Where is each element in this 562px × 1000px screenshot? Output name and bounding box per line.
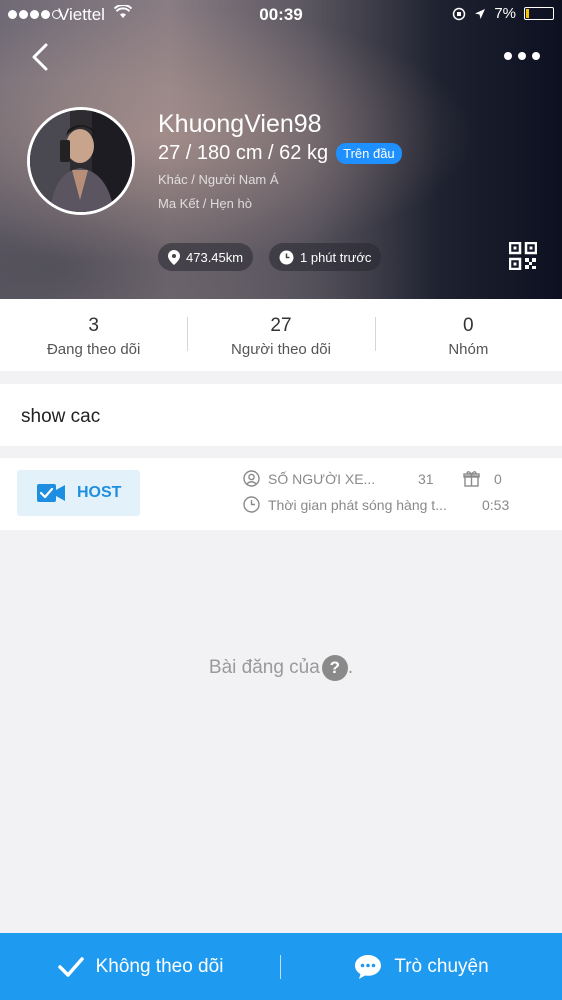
last-active-pill: 1 phút trước bbox=[269, 243, 382, 271]
avatar[interactable] bbox=[27, 107, 135, 215]
live-section: HOST SỐ NGƯỜI XE... 31 0 Thời gian phát … bbox=[0, 458, 562, 530]
profile-tags-secondary: Ma Kết / Hẹn hò bbox=[158, 196, 252, 211]
followers-label: Người theo dõi bbox=[231, 341, 331, 358]
last-active-value: 1 phút trước bbox=[300, 249, 372, 265]
location-pin-icon bbox=[168, 249, 180, 265]
followers-stat[interactable]: 27 Người theo dõi bbox=[187, 299, 374, 371]
profile-header: Viettel 00:39 7% KhuongVien98 27 / 180 c… bbox=[0, 0, 562, 299]
dot-icon bbox=[504, 52, 512, 60]
body-stats: 27 / 180 cm / 62 kg bbox=[158, 142, 329, 164]
question-mark-icon: ? bbox=[321, 655, 348, 681]
followers-count: 27 bbox=[270, 315, 292, 336]
bottom-action-bar: Không theo dõi Trò chuyện bbox=[0, 933, 562, 1000]
battery-icon bbox=[524, 7, 554, 20]
posts-empty-message: Bài đăng của ? . bbox=[0, 655, 562, 681]
dot-icon bbox=[532, 52, 540, 60]
groups-count: 0 bbox=[463, 315, 474, 336]
posts-empty-text: Bài đăng của bbox=[208, 657, 320, 678]
status-bar: Viettel 00:39 7% bbox=[0, 0, 562, 30]
bio-text: show cac bbox=[0, 384, 562, 446]
groups-stat[interactable]: 0 Nhóm bbox=[374, 299, 562, 371]
viewers-count: 31 bbox=[418, 470, 434, 487]
unfollow-label: Không theo dõi bbox=[95, 955, 224, 977]
follow-stats: 3 Đang theo dõi 27 Người theo dõi 0 Nhóm bbox=[0, 299, 562, 371]
chat-bubble-icon bbox=[355, 954, 382, 979]
clock-icon bbox=[243, 496, 260, 513]
viewers-label: SỐ NGƯỜI XE... bbox=[268, 470, 376, 487]
broadcast-time-value: 0:53 bbox=[482, 496, 510, 513]
posts-empty-suffix: . bbox=[347, 657, 354, 678]
distance-pill: 473.45km bbox=[158, 243, 254, 271]
chat-button[interactable]: Trò chuyện bbox=[281, 933, 562, 1000]
following-stat[interactable]: 3 Đang theo dõi bbox=[0, 299, 187, 371]
clock-icon bbox=[279, 250, 294, 264]
chat-label: Trò chuyện bbox=[394, 955, 489, 977]
broadcast-time-label: Thời gian phát sóng hàng t... bbox=[268, 496, 447, 513]
qr-code-button[interactable] bbox=[508, 241, 538, 271]
gift-count: 0 bbox=[494, 470, 502, 487]
dot-icon bbox=[518, 52, 526, 60]
following-label: Đang theo dõi bbox=[46, 341, 141, 358]
top-badge: Trên đầu bbox=[336, 143, 402, 164]
more-options-button[interactable] bbox=[504, 48, 540, 64]
location-arrow-icon bbox=[475, 8, 486, 19]
video-camera-icon bbox=[37, 484, 65, 502]
qr-code-icon bbox=[508, 241, 538, 271]
back-button[interactable] bbox=[26, 40, 56, 74]
user-circle-icon bbox=[243, 470, 260, 487]
gift-icon bbox=[463, 471, 480, 487]
orientation-lock-icon bbox=[453, 7, 466, 20]
host-label: HOST bbox=[77, 484, 122, 501]
distance-value: 473.45km bbox=[186, 249, 244, 265]
unfollow-button[interactable]: Không theo dõi bbox=[0, 933, 281, 1000]
following-count: 3 bbox=[88, 315, 99, 336]
chevron-left-icon bbox=[32, 43, 48, 71]
profile-tags: Khác / Người Nam Á bbox=[158, 172, 279, 187]
checkmark-icon bbox=[57, 956, 84, 977]
host-button[interactable]: HOST bbox=[17, 470, 140, 516]
username: KhuongVien98 bbox=[158, 110, 322, 138]
groups-label: Nhóm bbox=[448, 341, 489, 358]
battery-percent: 7% bbox=[494, 5, 516, 22]
